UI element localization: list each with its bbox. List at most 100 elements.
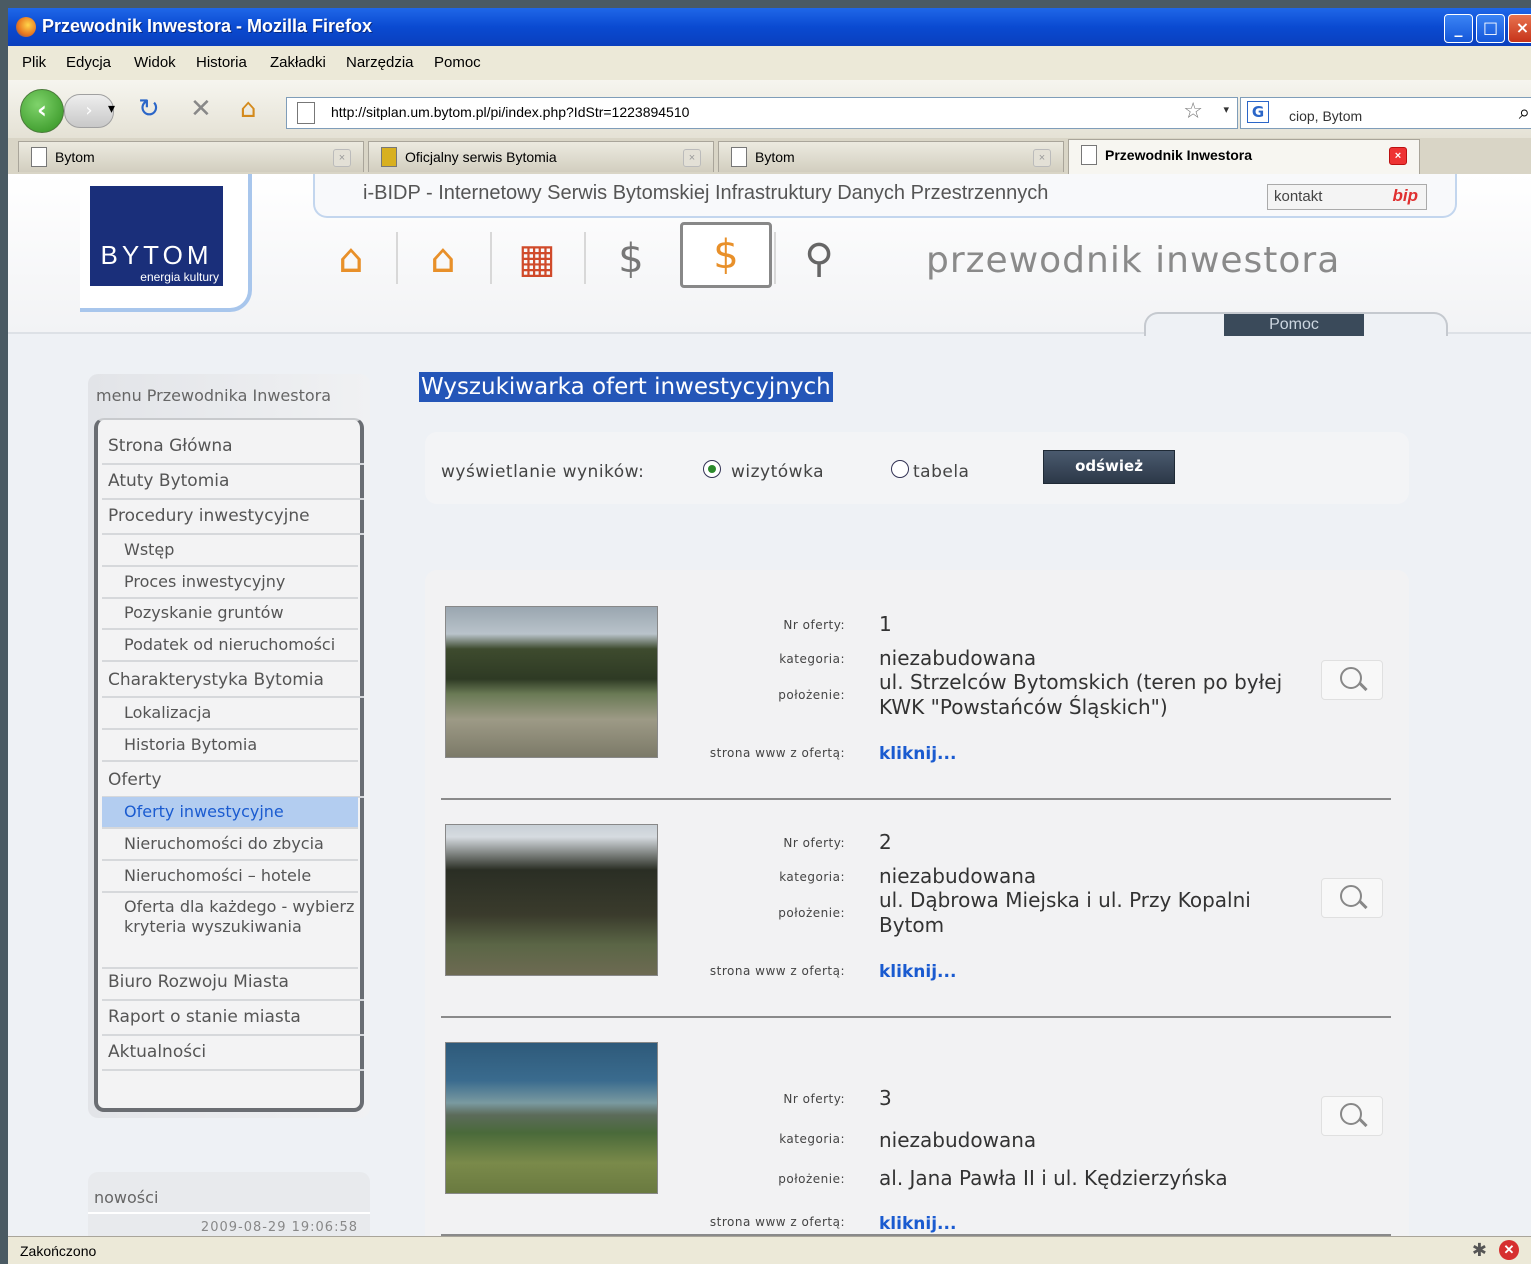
menu-narzedzia[interactable]: Narzędzia <box>346 54 414 71</box>
menu-historia[interactable]: Historia <box>196 54 247 71</box>
kontakt-link[interactable]: kontakt bip <box>1267 184 1427 210</box>
offer-card: Nr oferty: 1 kategoria: niezabudowana położe… <box>441 580 1391 800</box>
bip-logo[interactable]: bip <box>1393 186 1419 206</box>
left-menu-item[interactable]: Raport o stanie miasta <box>102 1001 364 1036</box>
icon-separator <box>490 232 492 284</box>
search-icon[interactable]: ⌕ <box>1519 100 1530 124</box>
radio-tabela[interactable] <box>891 460 909 478</box>
offer-kategoria-label: kategoria: <box>779 1132 845 1146</box>
google-engine-icon[interactable]: G <box>1247 101 1269 123</box>
tab-close-icon[interactable]: × <box>683 149 701 167</box>
left-menu-item[interactable]: Pozyskanie gruntów <box>102 598 358 630</box>
browser-window: Przewodnik Inwestora - Mozilla Firefox _… <box>8 8 1531 1264</box>
offer-nr: 3 <box>879 1086 892 1110</box>
home-icon[interactable]: ⌂ <box>240 94 257 124</box>
tab-label: Bytom <box>755 149 795 165</box>
left-menu-item[interactable]: Atuty Bytomia <box>102 465 364 500</box>
left-menu-item[interactable]: Oferty inwestycyjne <box>102 797 358 829</box>
url-dropdown-icon[interactable]: ▾ <box>1223 103 1229 116</box>
menu-edycja[interactable]: Edycja <box>66 54 111 71</box>
left-menu-item[interactable]: Aktualności <box>102 1036 364 1071</box>
nav-icon-survey[interactable]: ⚲ <box>782 226 856 292</box>
menu-pomoc[interactable]: Pomoc <box>434 54 481 71</box>
help-button[interactable]: Pomoc <box>1224 314 1364 336</box>
nav-icon-plan[interactable]: ▦ <box>500 226 574 292</box>
left-menu: menu Przewodnika Inwestora Strona Główna… <box>88 374 370 1118</box>
menu-widok[interactable]: Widok <box>134 54 176 71</box>
radio-tabela-label[interactable]: tabela <box>913 462 969 482</box>
offer-nr: 1 <box>879 612 892 636</box>
left-menu-item[interactable]: Lokalizacja <box>102 698 358 730</box>
search-input[interactable]: ciop, Bytom <box>1289 104 1531 129</box>
icon-separator <box>396 232 398 284</box>
tab-close-icon[interactable]: × <box>1389 147 1407 165</box>
page-icon <box>297 102 315 124</box>
left-menu-item[interactable]: Wstęp <box>102 535 358 567</box>
offer-link[interactable]: kliknij... <box>879 1212 1289 1237</box>
bookmark-star-icon[interactable]: ☆ <box>1183 99 1203 124</box>
logo-slogan: energia kultury <box>140 270 219 284</box>
search-bar[interactable]: G ciop, Bytom ⌕ <box>1240 97 1531 129</box>
radio-wizytowka-label[interactable]: wizytówka <box>731 462 824 482</box>
back-button[interactable]: ‹ <box>20 89 64 133</box>
offer-kategoria: niezabudowana <box>879 1128 1037 1152</box>
tab-oficjalny-serwis[interactable]: Oficjalny serwis Bytomia × <box>368 141 714 172</box>
left-menu-item[interactable]: Oferta dla każdego - wybierz kryteria wy… <box>102 893 358 969</box>
zoom-button[interactable] <box>1321 1096 1383 1136</box>
url-text[interactable]: http://sitplan.um.bytom.pl/pi/index.php?… <box>331 104 689 120</box>
left-menu-title: menu Przewodnika Inwestora <box>96 386 332 405</box>
offer-link[interactable]: kliknij... <box>879 742 1289 767</box>
status-text: Zakończono <box>20 1243 97 1259</box>
bytom-logo[interactable]: BYTOM energia kultury <box>90 186 223 286</box>
left-menu-item[interactable]: Historia Bytomia <box>102 730 358 762</box>
menu-zakladki[interactable]: Zakładki <box>270 54 326 71</box>
error-icon[interactable]: ✕ <box>1499 1240 1519 1260</box>
left-menu-item[interactable]: Nieruchomości do zbycia <box>102 829 358 861</box>
navigation-toolbar: ‹ › ▾ ↻ ✕ ⌂ http://sitplan.um.bytom.pl/p… <box>8 80 1531 140</box>
left-menu-item[interactable]: Oferty <box>102 764 364 798</box>
history-dropdown-icon[interactable]: ▾ <box>108 94 115 124</box>
left-menu-item[interactable]: Biuro Rozwoju Miasta <box>102 966 364 1001</box>
page-icon <box>731 147 747 167</box>
left-menu-item[interactable]: Strona Główna <box>102 430 364 465</box>
left-menu-item[interactable]: Proces inwestycyjny <box>102 567 358 599</box>
reload-icon[interactable]: ↻ <box>138 94 160 124</box>
tab-bytom-1[interactable]: Bytom × <box>18 141 364 172</box>
zoom-button[interactable] <box>1321 660 1383 700</box>
left-menu-item[interactable]: Podatek od nieruchomości <box>102 630 358 662</box>
status-bar: Zakończono ✱ ✕ <box>8 1236 1531 1264</box>
offer-link[interactable]: kliknij... <box>879 960 1289 985</box>
tab-close-icon[interactable]: × <box>333 149 351 167</box>
magnifier-icon <box>1340 1103 1362 1125</box>
tab-close-icon[interactable]: × <box>1033 149 1051 167</box>
offer-www-label: strona www z ofertą: <box>709 964 845 978</box>
left-menu-item[interactable]: Nieruchomości – hotele <box>102 861 358 893</box>
offer-nr-label: Nr oferty: <box>783 618 845 632</box>
nav-icon-building[interactable]: ⌂ <box>406 226 480 292</box>
nav-icon-offers[interactable]: $ <box>680 222 772 288</box>
left-menu-item[interactable]: Procedury inwestycyjne <box>102 500 364 535</box>
stop-icon[interactable]: ✕ <box>190 94 212 124</box>
title-bar: Przewodnik Inwestora - Mozilla Firefox _… <box>8 8 1531 46</box>
addon-icon[interactable]: ✱ <box>1472 1240 1487 1261</box>
nav-icon-house[interactable]: ⌂ <box>314 226 388 292</box>
magnifier-handle <box>1358 1117 1368 1128</box>
forward-button[interactable]: › <box>64 94 114 128</box>
offer-polozenie: ul. Strzelców Bytomskich (teren po byłej… <box>879 670 1283 719</box>
tab-przewodnik-inwestora[interactable]: Przewodnik Inwestora × <box>1068 139 1420 174</box>
site-brand: przewodnik inwestora <box>926 240 1341 281</box>
menu-plik[interactable]: Plik <box>22 54 46 71</box>
url-bar[interactable]: http://sitplan.um.bytom.pl/pi/index.php?… <box>286 97 1238 129</box>
refresh-button[interactable]: odśwież <box>1043 450 1175 484</box>
radio-wizytowka[interactable] <box>703 460 721 478</box>
nav-icon-tax[interactable]: $ <box>594 226 668 292</box>
page-title: Wyszukiwarka ofert inwestycyjnych <box>419 372 833 402</box>
left-menu-item[interactable]: Charakterystyka Bytomia <box>102 664 364 698</box>
divider <box>88 1212 370 1214</box>
minimize-button[interactable]: _ <box>1444 14 1473 43</box>
zoom-button[interactable] <box>1321 878 1383 918</box>
tab-label: Bytom <box>55 149 95 165</box>
maximize-button[interactable]: □ <box>1476 14 1505 43</box>
close-window-button[interactable]: × <box>1508 14 1531 43</box>
tab-bytom-2[interactable]: Bytom × <box>718 141 1064 172</box>
